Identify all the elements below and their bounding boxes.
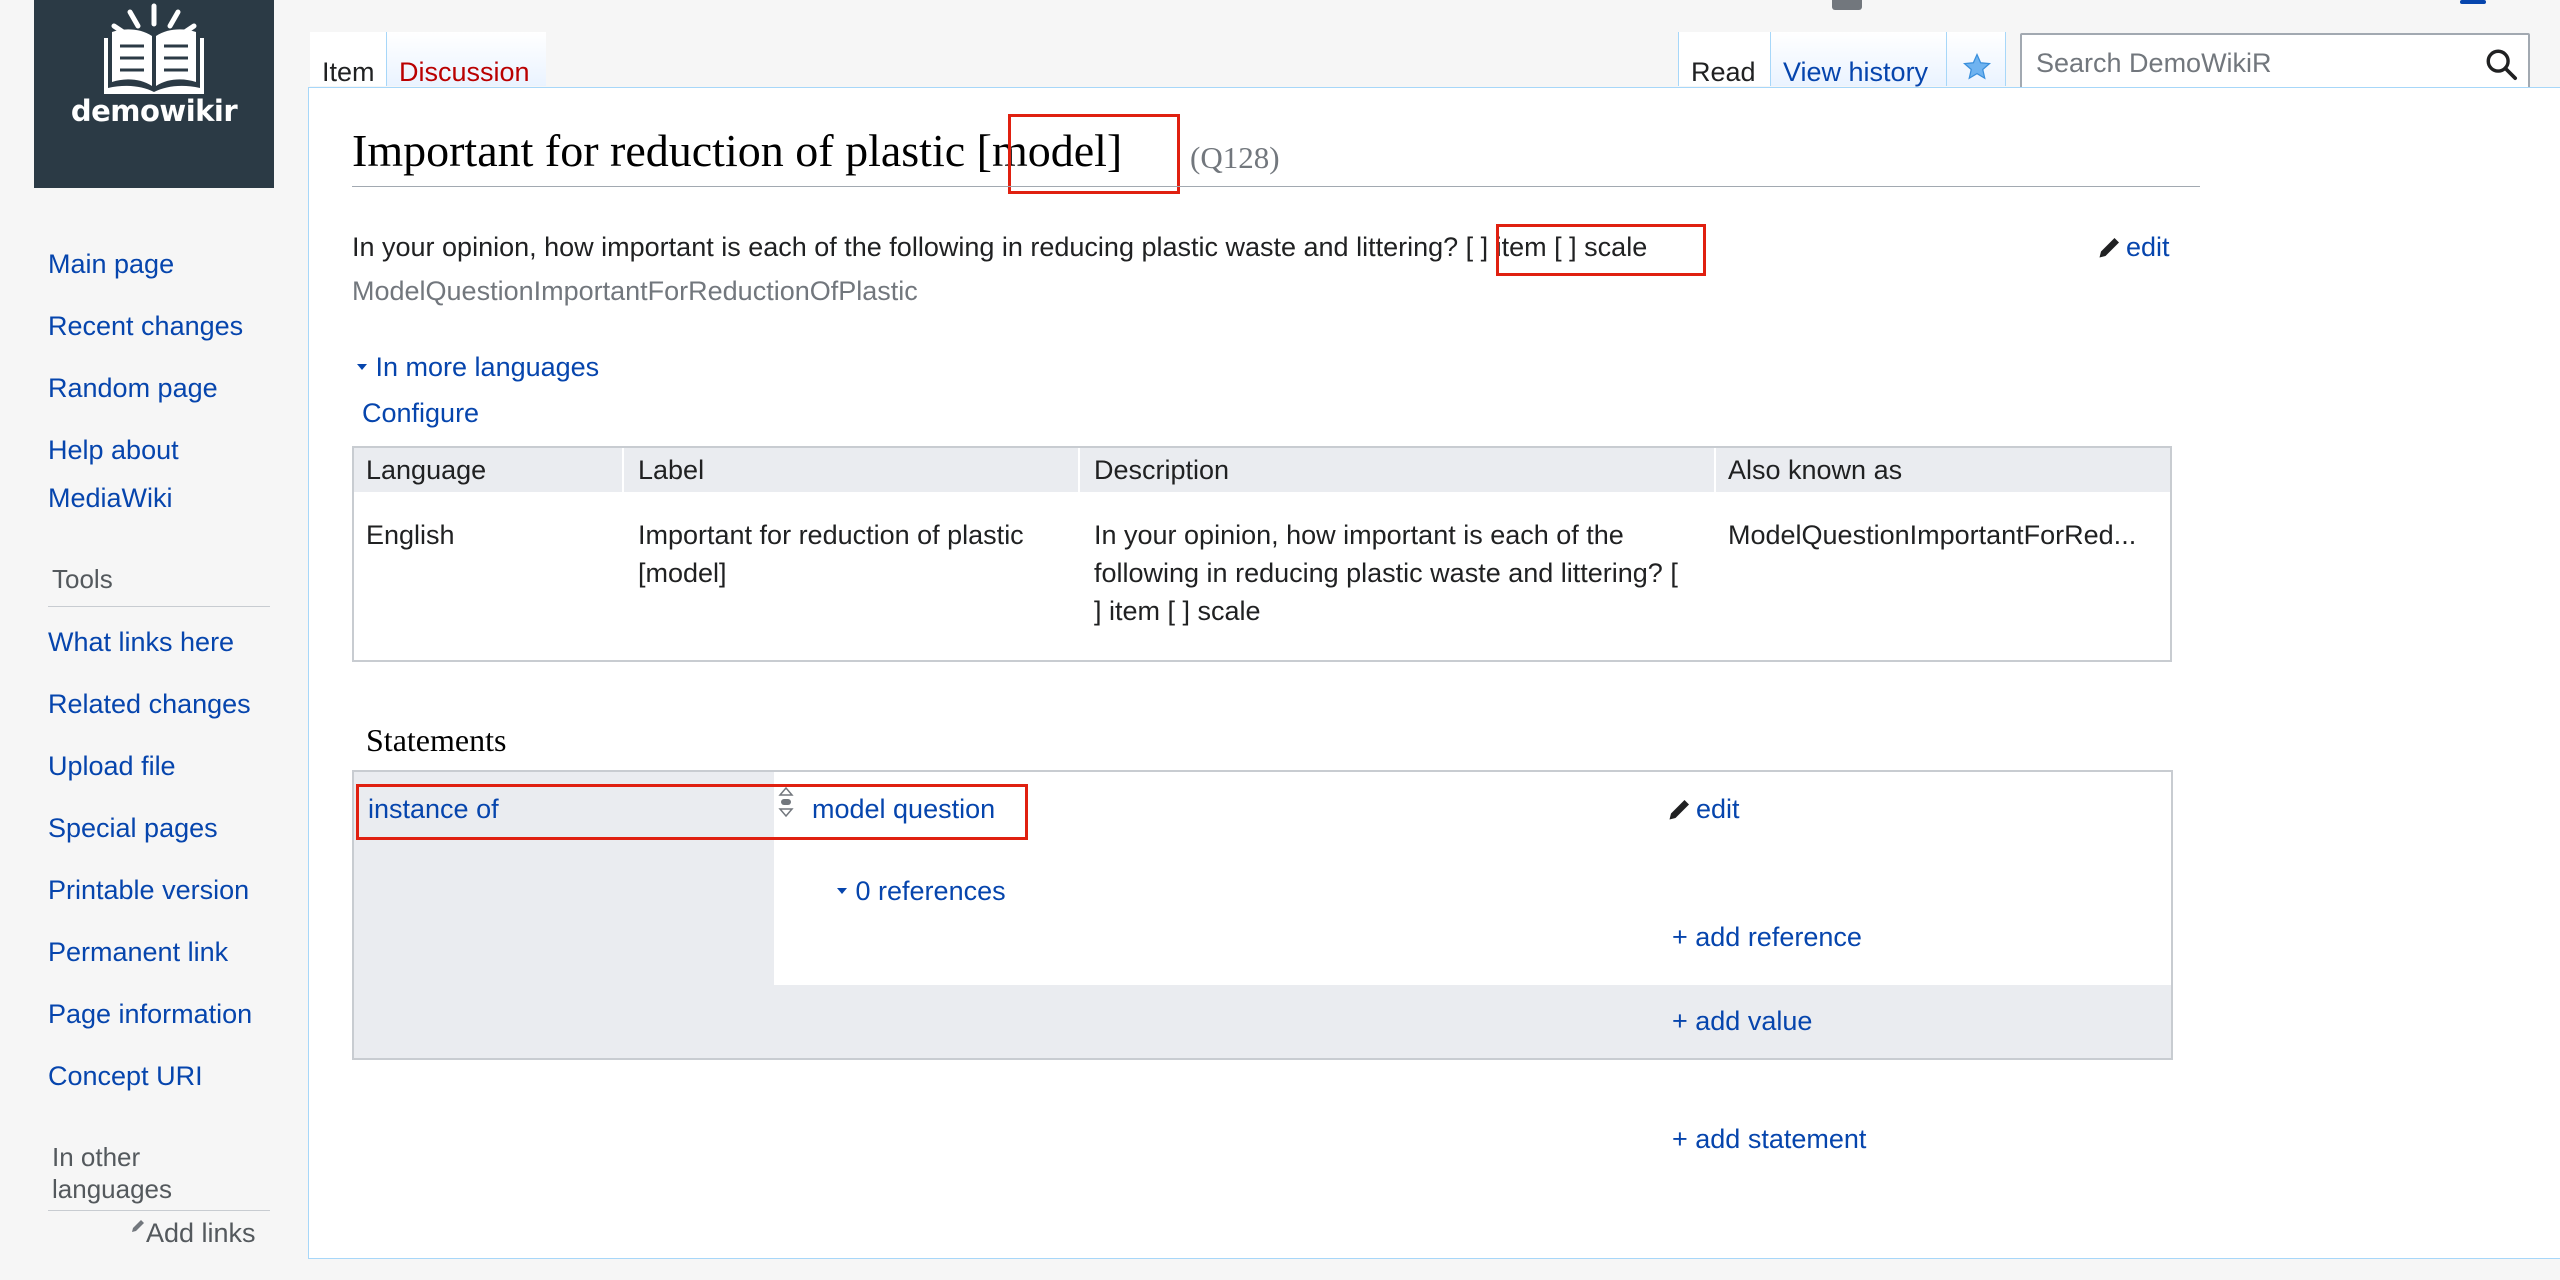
page-title-main: Important for reduction of plastic <box>352 125 966 176</box>
column-separator <box>1078 448 1080 492</box>
languages-divider <box>48 1210 270 1211</box>
search-input[interactable] <box>2034 43 2458 83</box>
references-toggle[interactable]: 0 references <box>836 876 1006 907</box>
nav-help-line2[interactable]: MediaWiki <box>48 474 173 522</box>
statement-edit-label: edit <box>1696 794 1740 824</box>
column-separator <box>1714 448 1716 492</box>
row-description-line1: In your opinion, how important is each o… <box>1094 520 1624 550</box>
nav-upload-file[interactable]: Upload file <box>48 742 176 790</box>
add-value-link[interactable]: + add value <box>1672 1006 1812 1037</box>
language-table-header: Language Label Description Also known as <box>354 448 2170 492</box>
description-main: In your opinion, how important is each o… <box>352 232 1459 262</box>
page-title: Important for reduction of plastic [mode… <box>352 124 1122 177</box>
language-table: Language Label Description Also known as… <box>352 446 2172 662</box>
tab-discussion[interactable]: Discussion <box>386 32 546 87</box>
row-description-line2: following in reducing plastic waste and … <box>1094 558 1678 588</box>
in-more-languages-toggle[interactable]: In more languages <box>356 352 599 383</box>
statement-footer <box>354 985 2171 1058</box>
item-description: In your opinion, how important is each o… <box>352 232 1647 263</box>
highlight-statement <box>356 784 1028 840</box>
statements-heading: Statements <box>366 722 507 758</box>
other-languages-heading-line1: In other <box>52 1142 141 1172</box>
highlight-title-tag <box>1008 114 1180 194</box>
column-separator <box>622 448 624 492</box>
row-language: English <box>366 520 455 550</box>
pencil-icon <box>1669 800 1689 820</box>
row-also-known-as: ModelQuestionImportantForRed... <box>1728 520 2137 550</box>
add-reference-link[interactable]: + add reference <box>1672 922 1862 953</box>
header-edit-link[interactable]: edit <box>2098 232 2170 263</box>
caret-down-icon <box>357 364 367 370</box>
nav-page-information[interactable]: Page information <box>48 990 252 1038</box>
pencil-icon <box>132 1220 144 1232</box>
nav-special-pages[interactable]: Special pages <box>48 804 218 852</box>
header-description: Description <box>1094 455 1230 485</box>
nav-random-page[interactable]: Random page <box>48 364 218 412</box>
star-icon <box>1962 52 1992 80</box>
statement-edit-link[interactable]: edit <box>1668 794 1740 825</box>
site-logo[interactable]: demowikir <box>34 0 274 188</box>
nav-permanent-link[interactable]: Permanent link <box>48 928 228 976</box>
top-link-fragment <box>2460 0 2486 4</box>
tab-read[interactable]: Read <box>1678 32 1770 87</box>
nav-related-changes[interactable]: Related changes <box>48 680 251 728</box>
nav-concept-uri[interactable]: Concept URI <box>48 1052 203 1100</box>
tools-heading: Tools <box>52 564 113 594</box>
search-box[interactable] <box>2020 33 2530 91</box>
other-languages-heading-line2: languages <box>52 1174 172 1204</box>
nav-help-line1[interactable]: Help about <box>48 426 179 474</box>
watch-star-button[interactable] <box>1946 32 2006 86</box>
book-logo-icon <box>104 3 204 94</box>
search-icon[interactable] <box>2484 47 2518 81</box>
header-label: Label <box>638 455 705 485</box>
highlight-description-tag <box>1496 224 1706 276</box>
header-edit-label: edit <box>2126 232 2170 262</box>
nav-printable-version[interactable]: Printable version <box>48 866 249 914</box>
tools-divider <box>48 606 270 607</box>
logo-wordmark: demowikir <box>70 94 238 128</box>
tab-item[interactable]: Item <box>310 32 386 87</box>
add-statement-link[interactable]: + add statement <box>1672 1124 1866 1155</box>
in-more-languages-label: In more languages <box>375 352 600 382</box>
row-description-line3: ] item [ ] scale <box>1094 596 1261 626</box>
references-label: 0 references <box>855 876 1006 906</box>
nav-recent-changes[interactable]: Recent changes <box>48 302 243 350</box>
header-language: Language <box>366 455 487 485</box>
item-alias: ModelQuestionImportantForReductionOfPlas… <box>352 276 918 306</box>
header-also-known-as: Also known as <box>1728 455 1903 485</box>
nav-main-page[interactable]: Main page <box>48 240 174 288</box>
add-links-label: Add links <box>146 1218 256 1248</box>
item-id: (Q128) <box>1190 140 1280 175</box>
row-label-line1: Important for reduction of plastic <box>638 520 1024 550</box>
configure-link[interactable]: Configure <box>362 398 479 429</box>
add-links-link[interactable]: Add links <box>130 1218 256 1249</box>
pencil-icon <box>2099 238 2119 258</box>
caret-down-icon <box>837 888 847 894</box>
nav-what-links-here[interactable]: What links here <box>48 618 234 666</box>
tab-view-history[interactable]: View history <box>1770 32 1946 87</box>
title-divider <box>352 186 2200 187</box>
user-icon-fragment <box>1832 0 1862 10</box>
row-label-line2: [model] <box>638 558 727 588</box>
